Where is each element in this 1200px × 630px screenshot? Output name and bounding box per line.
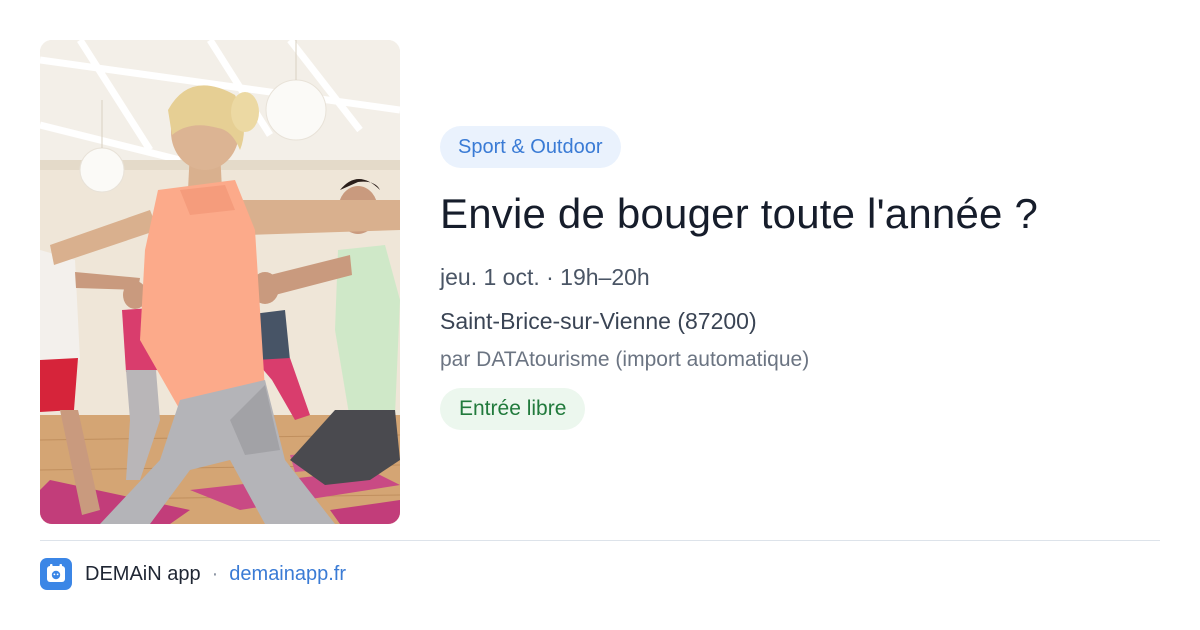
category-badge[interactable]: Sport & Outdoor [440, 126, 621, 168]
footer-divider [40, 540, 1160, 541]
event-date: jeu. 1 oct. · 19h–20h [440, 264, 650, 290]
event-image[interactable] [40, 40, 400, 524]
yoga-photo-illustration [40, 40, 400, 524]
event-title[interactable]: Envie de bouger toute l'année ? [440, 188, 1160, 240]
app-name[interactable]: DEMAiN app [85, 563, 201, 586]
footer: DEMAiN app · demainapp.fr [40, 558, 346, 590]
event-location: Saint-Brice-sur-Vienne (87200) [440, 308, 757, 334]
price-badge: Entrée libre [440, 388, 586, 430]
event-source: par DATAtourisme (import automatique) [440, 348, 810, 371]
app-url-link[interactable]: demainapp.fr [229, 563, 346, 586]
demain-app-logo-icon[interactable] [40, 558, 72, 590]
footer-separator: · [211, 562, 219, 585]
event-info: Sport & Outdoor Envie de bouger toute l'… [440, 126, 1160, 430]
